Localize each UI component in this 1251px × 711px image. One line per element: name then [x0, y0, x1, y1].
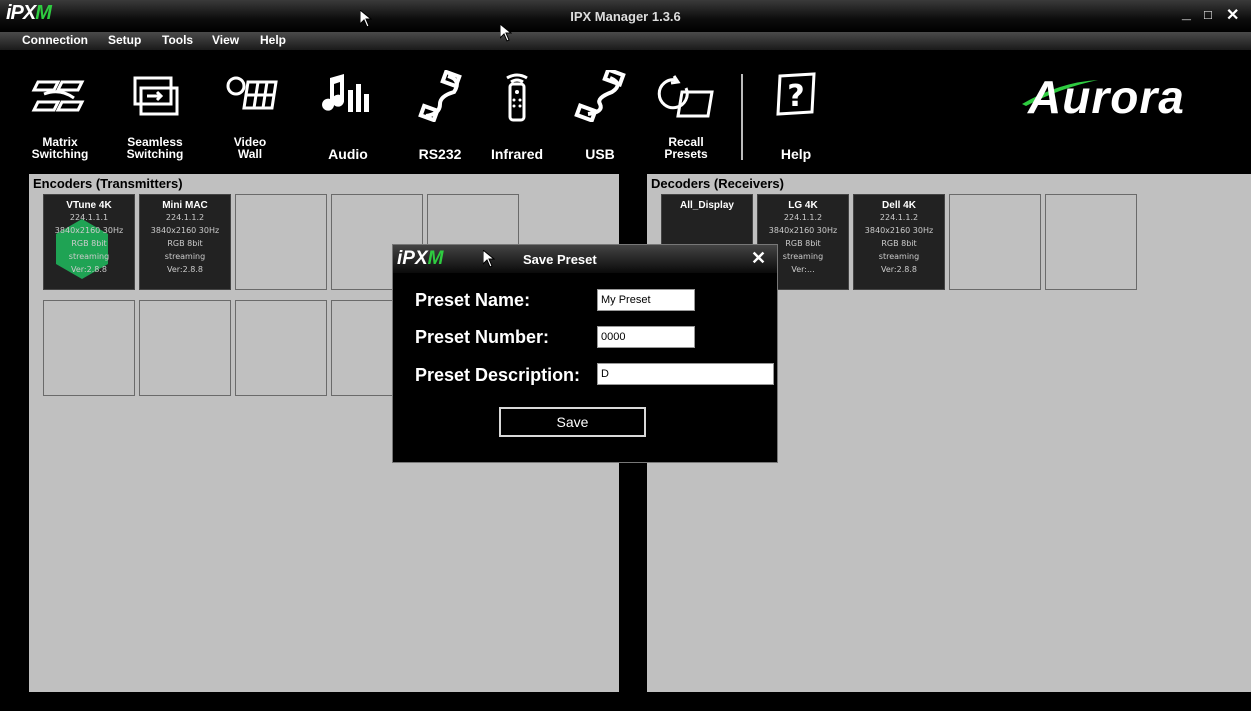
menu-help[interactable]: Help	[260, 33, 286, 47]
decoder-version: Ver:2.8.8	[881, 265, 917, 274]
recall-presets-button[interactable]: Recall Presets	[646, 70, 726, 170]
preset-name-input[interactable]	[597, 289, 695, 311]
menu-setup[interactable]: Setup	[108, 33, 141, 47]
help-label: Help	[780, 146, 812, 162]
mouse-cursor-icon	[483, 250, 495, 268]
usb-icon	[574, 70, 626, 122]
encoder-slot-empty[interactable]	[235, 300, 327, 396]
menu-bar: Connection Setup Tools View Help	[0, 32, 1251, 50]
menu-view[interactable]: View	[212, 33, 239, 47]
decoder-resolution: 3840x2160 30Hz	[864, 226, 934, 235]
dialog-title: Save Preset	[523, 252, 597, 267]
dialog-logo: iPXM	[397, 248, 443, 270]
usb-button[interactable]: USB	[560, 70, 640, 170]
preset-description-label: Preset Description:	[415, 365, 581, 385]
video-wall-label: Video Wall	[233, 135, 267, 161]
encoder-slot-empty[interactable]	[43, 300, 135, 396]
decoders-title: Decoders (Receivers)	[651, 176, 784, 191]
encoder-name: Mini MAC	[162, 200, 208, 211]
save-preset-dialog: iPXM Save Preset ✕ Preset Name: Preset N…	[392, 244, 778, 463]
decoder-resolution: 3840x2160 30Hz	[768, 226, 838, 235]
window-title: IPX Manager 1.3.6	[570, 9, 681, 24]
dialog-header: iPXM Save Preset ✕	[393, 245, 777, 273]
decoder-slot-empty[interactable]	[1045, 194, 1137, 290]
matrix-switching-label: Matrix Switching	[31, 135, 89, 161]
recall-presets-icon	[657, 75, 714, 118]
decoder-name: LG 4K	[788, 200, 818, 211]
encoder-slot-empty[interactable]	[139, 300, 231, 396]
seamless-switching-icon	[133, 76, 179, 116]
preset-number-input[interactable]	[597, 326, 695, 348]
encoder-ip: 224.1.1.1	[69, 213, 109, 222]
preset-description-input[interactable]	[597, 363, 774, 385]
decoder-ip: 224.1.1.2	[783, 213, 823, 222]
encoder-status: streaming	[68, 252, 110, 261]
maximize-button[interactable]: □	[1204, 7, 1212, 22]
help-icon: ?	[776, 72, 816, 116]
decoder-color: RGB 8bit	[881, 239, 917, 248]
decoder-ip: 224.1.1.2	[879, 213, 919, 222]
encoder-ip: 224.1.1.2	[165, 213, 205, 222]
menu-tools[interactable]: Tools	[162, 33, 193, 47]
decoder-tile-dell-4k[interactable]: Dell 4K 224.1.1.2 3840x2160 30Hz RGB 8bi…	[853, 194, 945, 290]
toolbar-divider	[741, 74, 743, 160]
audio-icon	[322, 74, 369, 112]
infrared-remote-icon	[506, 73, 528, 122]
decoder-name: All_Display	[680, 200, 734, 211]
seamless-switching-label: Seamless Switching	[126, 135, 184, 161]
title-bar: iPXM IPX Manager 1.3.6 _ □ ✕	[0, 0, 1251, 32]
encoder-version: Ver:2.8.8	[167, 265, 203, 274]
video-wall-icon	[226, 76, 278, 110]
infrared-label: Infrared	[490, 146, 544, 162]
minimize-button[interactable]: _	[1182, 5, 1191, 23]
infrared-button[interactable]: Infrared	[477, 70, 557, 170]
encoder-tile-mini-mac[interactable]: Mini MAC 224.1.1.2 3840x2160 30Hz RGB 8b…	[139, 194, 231, 290]
preset-name-label: Preset Name:	[415, 290, 531, 310]
encoder-slot-empty[interactable]	[235, 194, 327, 290]
close-window-button[interactable]: ✕	[1226, 5, 1239, 25]
encoder-resolution: 3840x2160 30Hz	[150, 226, 220, 235]
encoder-resolution: 3840x2160 30Hz	[54, 226, 124, 235]
help-button[interactable]: ? Help	[756, 70, 836, 170]
menu-connection[interactable]: Connection	[22, 33, 88, 47]
decoder-slot-empty[interactable]	[949, 194, 1041, 290]
audio-button[interactable]: Audio	[308, 70, 388, 170]
preset-number-label: Preset Number:	[415, 327, 550, 347]
rs232-icon	[418, 70, 462, 122]
encoder-tile-vtune-4k[interactable]: VTune 4K 224.1.1.1 3840x2160 30Hz RGB 8b…	[43, 194, 135, 290]
encoder-color: RGB 8bit	[167, 239, 203, 248]
decoder-status: streaming	[878, 252, 920, 261]
dialog-close-button[interactable]: ✕	[751, 248, 766, 269]
recall-presets-label: Recall Presets	[664, 135, 708, 161]
seamless-switching-button[interactable]: Seamless Switching	[115, 70, 195, 170]
mouse-cursor-icon	[360, 10, 372, 28]
encoder-status: streaming	[164, 252, 206, 261]
save-button[interactable]: Save	[499, 407, 646, 437]
matrix-switching-button[interactable]: Matrix Switching	[20, 70, 100, 170]
encoders-title: Encoders (Transmitters)	[33, 176, 183, 191]
logo-m: M	[427, 248, 444, 269]
decoder-name: Dell 4K	[882, 200, 916, 211]
encoder-name: VTune 4K	[66, 200, 112, 211]
logo-ipx: iPX	[397, 248, 428, 269]
svg-text:?: ?	[787, 79, 804, 114]
encoder-version: Ver:2.8.8	[71, 265, 107, 274]
video-wall-button[interactable]: Video Wall	[210, 70, 290, 170]
rs232-label: RS232	[418, 146, 462, 162]
matrix-switching-icon	[31, 80, 85, 112]
aurora-logo: Aurora	[1028, 71, 1185, 123]
mouse-cursor-icon	[500, 24, 512, 42]
usb-label: USB	[585, 146, 615, 162]
audio-label: Audio	[328, 146, 368, 162]
encoder-color: RGB 8bit	[71, 239, 107, 248]
rs232-button[interactable]: RS232	[400, 70, 480, 170]
